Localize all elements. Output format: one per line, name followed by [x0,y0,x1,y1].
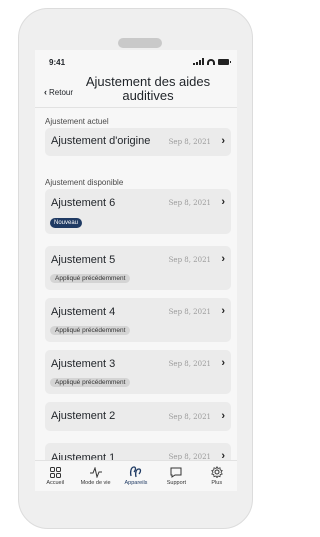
previously-applied-badge: Appliqué précédemment [50,378,131,387]
status-bar: 9:41 [35,50,237,70]
fitting-name: Ajustement 4 [51,306,116,318]
tab-label: Appareils [124,480,148,486]
chevron-right-icon: › [221,135,225,147]
status-time: 9:41 [49,58,66,67]
fitting-date: Sep 8, 2021 [168,199,211,207]
fitting-date: Sep 8, 2021 [168,413,211,421]
fitting-date: Sep 8, 2021 [168,138,211,146]
section-label-current: Ajustement actuel [45,117,109,126]
fitting-row-5[interactable]: Ajustement 5 Sep 8, 2021 › Appliqué préc… [45,246,231,290]
fitting-date: Sep 8, 2021 [168,256,211,264]
chevron-right-icon: › [221,253,225,265]
fitting-row-2[interactable]: Ajustement 2 Sep 8, 2021 › [45,402,231,431]
tab-label: Accueil [46,480,65,486]
gear-icon [210,466,223,478]
tab-devices[interactable]: Appareils [116,466,156,486]
chevron-right-icon: › [221,305,225,317]
previously-applied-badge: Appliqué précédemment [50,274,131,283]
tab-label: Support [166,480,186,486]
fitting-date: Sep 8, 2021 [168,360,211,368]
tab-more[interactable]: Plus [197,466,237,486]
fitting-row-current[interactable]: Ajustement d'origine Sep 8, 2021 › [45,128,231,156]
chevron-right-icon: › [221,410,225,422]
battery-icon [218,59,231,65]
activity-icon [89,466,102,478]
tab-label: Plus [211,480,223,486]
fitting-name: Ajustement 6 [51,197,116,209]
tab-home[interactable]: Accueil [35,466,75,486]
tab-support[interactable]: Support [156,466,196,486]
back-button[interactable]: ‹ Retour [44,87,73,97]
chevron-right-icon: › [221,196,225,208]
signal-icon [193,58,204,65]
status-icons [193,58,231,65]
back-label: Retour [49,87,74,97]
new-badge: Nouveau [50,218,83,228]
home-grid-icon [49,466,61,478]
chevron-left-icon: ‹ [44,87,47,97]
page-title: Ajustement des aides auditives [85,74,211,103]
header-divider [35,107,237,108]
tab-bar: Accueil Mode de vie Appareils Support Pl… [35,460,237,491]
phone-speaker [118,38,162,48]
tab-label: Mode de vie [80,480,111,486]
section-label-available: Ajustement disponible [45,178,124,187]
fitting-name: Ajustement 5 [51,254,116,266]
chevron-right-icon: › [221,357,225,369]
chat-bubble-icon [170,466,182,478]
fitting-name: Ajustement 2 [51,410,116,422]
fitting-name: Ajustement 3 [51,358,116,370]
fitting-row-6[interactable]: Ajustement 6 Sep 8, 2021 › Nouveau [45,189,231,234]
wifi-icon [207,59,215,65]
fitting-name: Ajustement d'origine [51,135,151,147]
tab-lifestyle[interactable]: Mode de vie [76,466,116,486]
hearing-aids-icon [129,466,142,478]
fitting-row-4[interactable]: Ajustement 4 Sep 8, 2021 › Appliqué préc… [45,298,231,342]
fitting-date: Sep 8, 2021 [168,308,211,316]
fitting-row-3[interactable]: Ajustement 3 Sep 8, 2021 › Appliqué préc… [45,350,231,394]
app-screen: 9:41 ‹ Retour Ajustement des aides audit… [35,50,237,491]
previously-applied-badge: Appliqué précédemment [50,326,131,335]
